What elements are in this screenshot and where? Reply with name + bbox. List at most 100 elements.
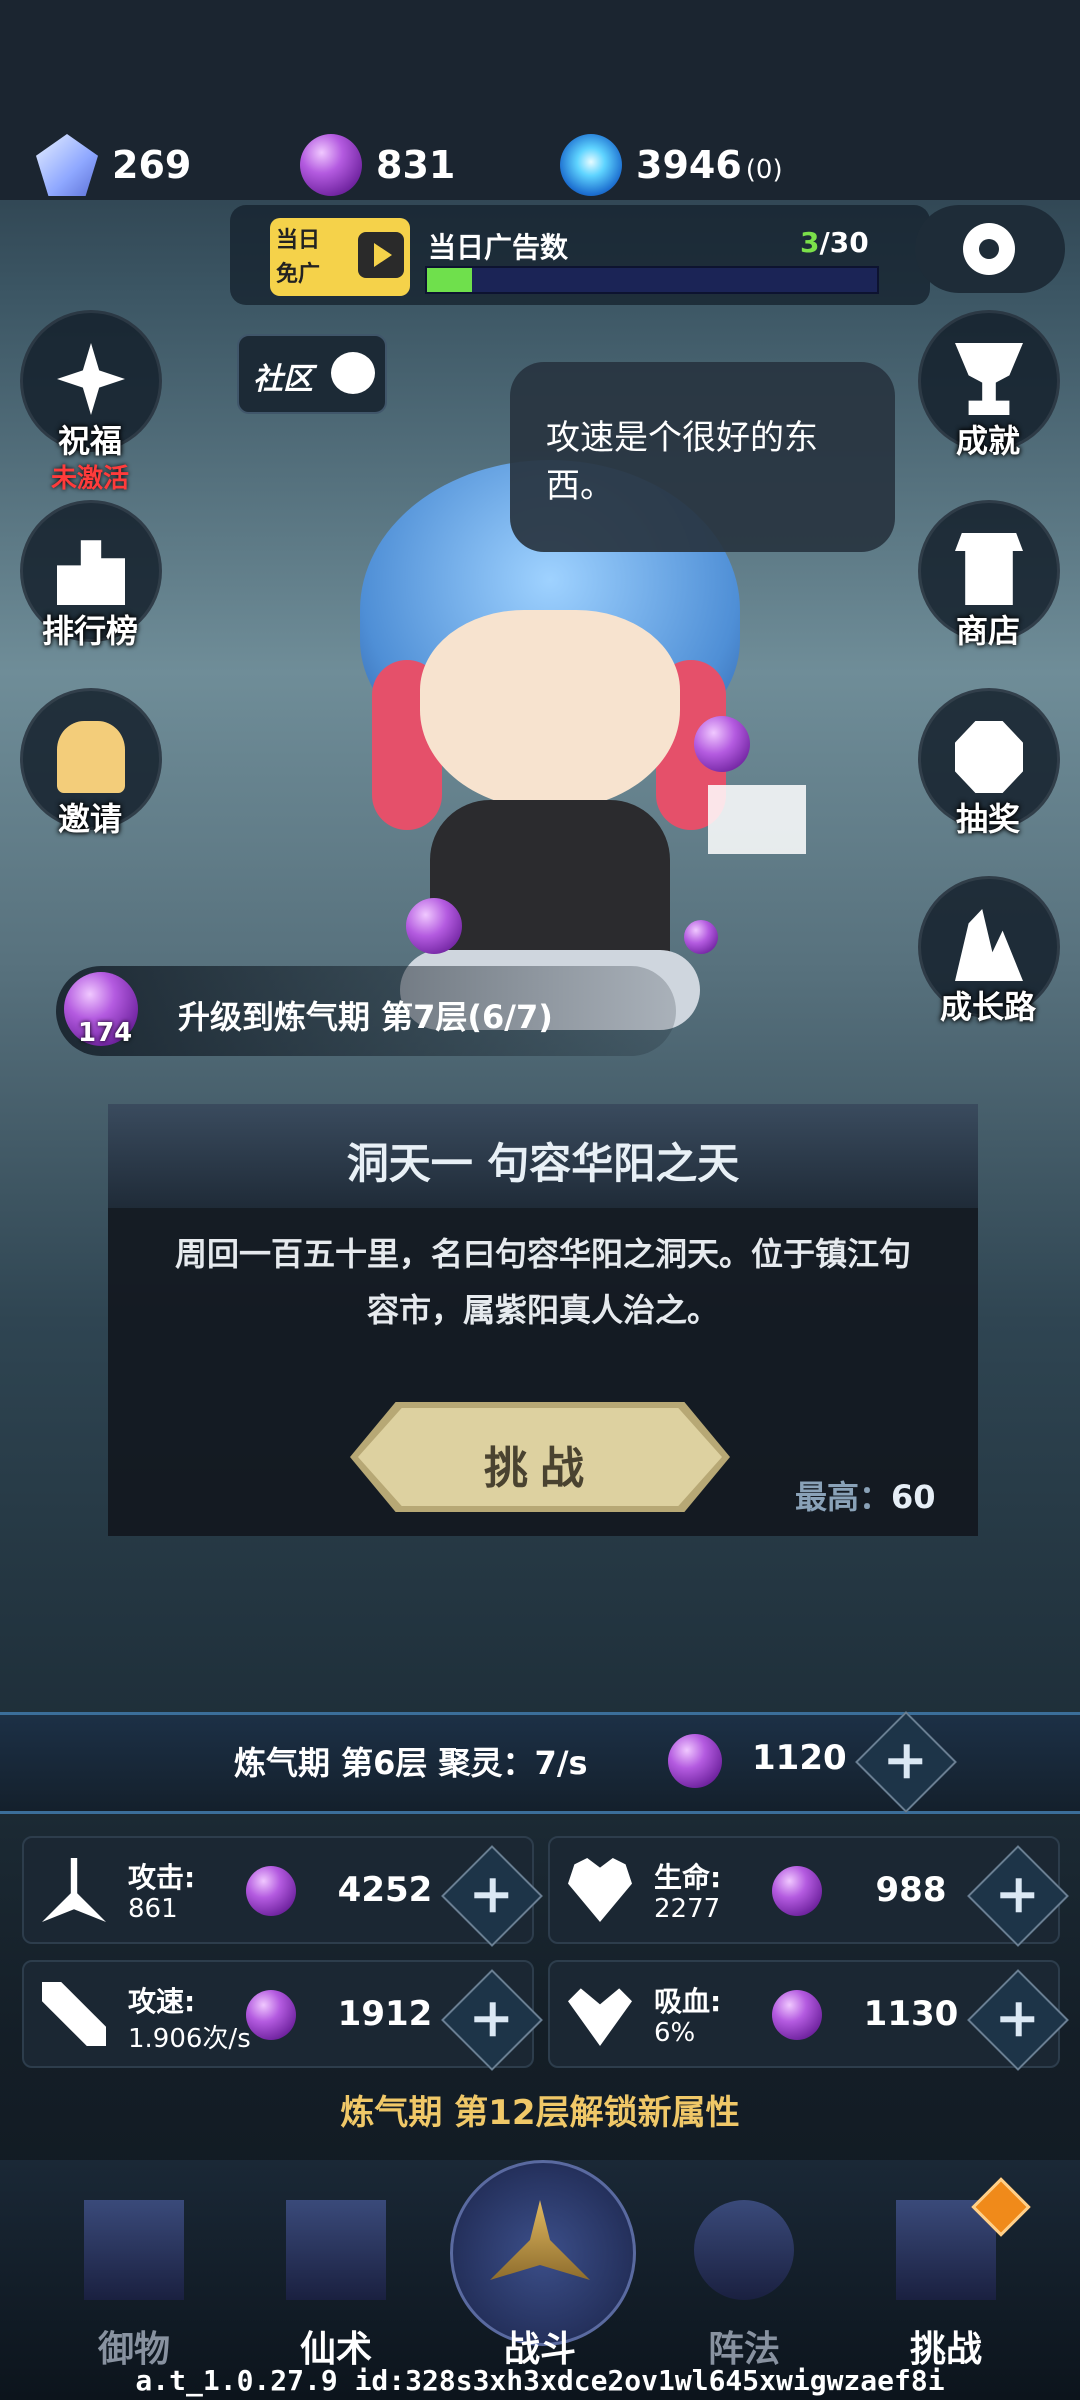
gear-icon [963,223,1015,275]
lottery-label: 抽奖 [955,800,1020,838]
resource-spirit: 3946 (0) [560,118,783,212]
ad-free-button[interactable]: 当日 免广 [270,218,410,296]
community-label: 社区 [253,362,313,397]
dungeon-title: 洞天一 句容华阳之天 [346,1139,740,1188]
upgrade-attack-button[interactable] [441,1845,543,1947]
ad-count-total: /30 [819,226,869,259]
battle-swords-icon [490,2200,590,2280]
ad-count-current: 3 [800,226,820,259]
upgrade-lifesteal-button[interactable] [967,1969,1069,2071]
resource-crystal: 269 [36,118,191,212]
shop-icon [955,533,1023,605]
stat-cost: 1130 [863,1994,959,2034]
spirit-sub-count: (0) [745,155,783,185]
floating-orb[interactable] [406,898,462,954]
stat-name: 生命: [654,1861,722,1894]
blessing-compass-icon [57,343,125,415]
spirit-energy-icon [560,134,622,196]
level-orb-count: 1120 [752,1738,847,1778]
speech-bubble: 攻速是个很好的东西。 [510,362,895,552]
leaderboard-button[interactable]: 排行榜 [20,500,162,670]
blessing-button[interactable]: 祝福 未激活 [20,310,162,494]
attack-speed-icon [42,1982,106,2046]
sword-icon [42,1858,106,1922]
stat-card-attack-speed: 攻速: 1.906次/s 1912 [22,1960,543,2071]
stat-value: 2277 [654,1894,721,1924]
achievement-button[interactable]: 成就 [918,310,1060,480]
nav-tab-battle[interactable]: 战斗 [460,2180,620,2380]
heart-icon [568,1858,632,1922]
spell-card-icon [286,2200,386,2300]
play-tv-icon [358,232,404,278]
stat-name: 吸血: [654,1985,722,2018]
stat-card-lifesteal: 吸血: 6% 1130 [548,1960,1069,2071]
stat-card-attack: 攻击: 861 4252 [22,1836,543,1947]
challenge-label: 挑战 [484,1443,596,1494]
shop-label: 商店 [955,612,1020,650]
purple-orb-icon [772,1866,822,1916]
lottery-button[interactable]: 抽奖 [918,688,1060,858]
dungeon-description: 周回一百五十里，名曰句容华阳之洞天。位于镇江句容市，属紫阳真人治之。 [174,1235,911,1329]
stat-value: 861 [128,1894,178,1924]
upgrade-orb-count: 174 [78,1018,133,1048]
achievement-label: 成就 [955,422,1020,460]
leaderboard-podium-icon [57,540,125,605]
stat-name: 攻速: [128,1985,196,2018]
invite-button[interactable]: 邀请 [20,688,162,858]
stat-value: 1.906次/s [128,2024,251,2054]
lottery-icon [955,721,1023,793]
ad-count: 3/30 [800,226,869,259]
leaderboard-label: 排行榜 [41,612,138,650]
lifesteal-icon [568,1988,632,2046]
purple-orb-icon [772,1990,822,2040]
purple-orb-icon [668,1734,722,1788]
stat-cost: 1912 [337,1994,433,2034]
upgrade-attack-speed-button[interactable] [441,1969,543,2071]
settings-button[interactable] [915,205,1065,293]
stat-value: 6% [654,2018,696,2048]
floating-orb[interactable] [694,716,750,772]
stat-card-health: 生命: 2277 988 [548,1836,1069,1947]
trophy-icon [955,343,1023,415]
challenge-button[interactable]: 挑战 [350,1402,730,1512]
formation-icon [694,2200,794,2300]
ad-logo-line1: 当日 [276,228,321,253]
best-record: 最高：60 [795,1472,936,1518]
ad-progress-bar [425,266,879,294]
stat-cost: 988 [875,1870,947,1910]
resource-orb: 831 [300,118,455,212]
artifact-icon [84,2200,184,2300]
community-button[interactable]: 社区 [237,334,387,414]
stat-cost: 4252 [337,1870,433,1910]
upgrade-text: 升级到炼气期 第7层(6/7) [178,998,553,1036]
growth-path-button[interactable]: 成长路 [918,876,1060,1046]
best-label: 最高： [795,1478,892,1516]
invite-person-icon [57,721,125,793]
chat-bubble-icon [331,352,375,394]
purple-orb-icon [246,1866,296,1916]
best-value: 60 [891,1478,936,1516]
growth-path-label: 成长路 [939,988,1036,1026]
cultivation-level-text: 炼气期 第6层 聚灵：7/s [234,1744,588,1782]
ad-logo-line2: 免广 [276,262,321,287]
nav-tab-formation[interactable]: 阵法 [664,2180,824,2380]
speech-text: 攻速是个很好的东西。 [546,418,818,506]
nav-tab-spell[interactable]: 仙术 [256,2180,416,2380]
blessing-status: 未激活 [50,464,129,494]
character-face [420,610,680,810]
nav-tab-artifact[interactable]: 御物 [54,2180,214,2380]
upgrade-realm-bar[interactable]: 174 升级到炼气期 第7层(6/7) [56,966,676,1056]
shop-button[interactable]: 商店 [918,500,1060,670]
growth-path-icon [955,909,1023,981]
floating-orb[interactable] [684,920,718,954]
blessing-label: 祝福 [57,422,122,460]
crystal-count: 269 [112,143,192,187]
purple-orb-icon [246,1990,296,2040]
purple-orb-icon [300,134,362,196]
stat-name: 攻击: [128,1861,196,1894]
invite-label: 邀请 [57,800,122,838]
ad-progress-fill [427,268,472,292]
unlock-hint: 炼气期 第12层解锁新属性 [340,2093,740,2133]
upgrade-health-button[interactable] [967,1845,1069,1947]
spirit-count: 3946 [636,143,742,187]
